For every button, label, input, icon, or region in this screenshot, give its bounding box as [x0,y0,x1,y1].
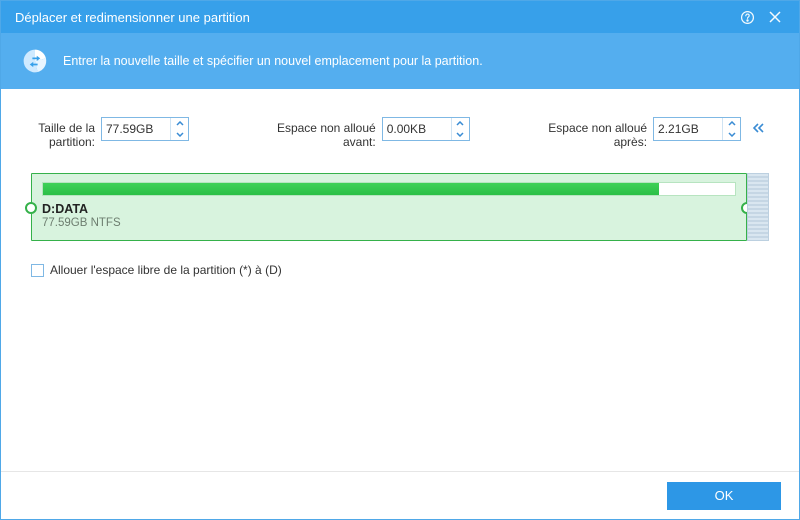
size-spin-down[interactable] [171,129,188,140]
dialog-window: Déplacer et redimensionner une partition… [0,0,800,520]
size-input-box[interactable] [101,117,189,141]
after-spin-up[interactable] [723,118,740,129]
size-spin-up[interactable] [171,118,188,129]
size-input[interactable] [102,118,164,140]
partition-subtitle: 77.59GB NTFS [42,217,736,229]
titlebar: Déplacer et redimensionner une partition [1,1,799,33]
input-row: Taille de la partition: Espace non allou… [31,117,769,149]
before-spin-down[interactable] [452,129,469,140]
before-input-box[interactable] [382,117,470,141]
after-input-box[interactable] [653,117,741,141]
after-input[interactable] [654,118,716,140]
allocate-checkbox-label: Allouer l'espace libre de la partition (… [50,263,282,277]
usage-bar [42,182,736,196]
size-label: Taille de la partition: [31,117,95,149]
window-title: Déplacer et redimensionner une partition [15,10,733,25]
before-spinner [451,118,469,140]
close-icon[interactable] [761,3,789,31]
field-after: Espace non alloué après: [512,117,741,149]
before-label: Espace non alloué avant: [241,117,376,149]
allocate-checkbox[interactable] [31,264,44,277]
field-size: Taille de la partition: [31,117,189,149]
allocate-checkbox-row[interactable]: Allouer l'espace libre de la partition (… [31,263,769,277]
after-spinner [722,118,740,140]
resize-handle-left[interactable] [25,202,37,214]
banner-text: Entrer la nouvelle taille et spécifier u… [63,54,483,68]
after-spin-down[interactable] [723,129,740,140]
footer: OK [1,471,799,519]
partition-name: D:DATA [42,202,736,216]
banner: Entrer la nouvelle taille et spécifier u… [1,33,799,89]
size-spinner [170,118,188,140]
unallocated-space [747,173,769,241]
content-area: Taille de la partition: Espace non allou… [1,89,799,471]
partition-label: D:DATA 77.59GB NTFS [42,202,736,229]
partition-logo-icon [21,47,49,75]
before-input[interactable] [383,118,445,140]
partition-block[interactable]: D:DATA 77.59GB NTFS [31,173,747,241]
ok-button[interactable]: OK [667,482,781,510]
help-icon[interactable] [733,3,761,31]
after-label: Espace non alloué après: [512,117,647,149]
usage-fill [43,183,659,195]
collapse-chevron-icon[interactable] [747,117,769,139]
before-spin-up[interactable] [452,118,469,129]
partition-slider[interactable]: D:DATA 77.59GB NTFS [31,173,769,241]
field-before: Espace non alloué avant: [241,117,470,149]
